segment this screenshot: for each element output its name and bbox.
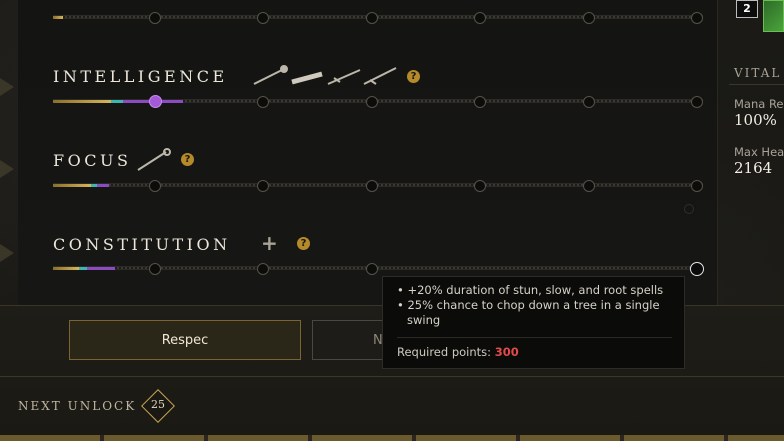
- next-unlock-level: 25: [151, 398, 165, 411]
- item-tile[interactable]: [763, 0, 784, 32]
- arrow-icon: [0, 244, 14, 262]
- track-node[interactable]: [257, 12, 269, 24]
- stat-value: 2164: [734, 159, 773, 177]
- progress-strip: [0, 435, 784, 441]
- track-node[interactable]: [691, 12, 703, 24]
- tooltip-bullets: +20% duration of stun, slow, and root sp…: [397, 283, 672, 328]
- staff-icon: [136, 148, 174, 172]
- track-node[interactable]: [474, 96, 486, 108]
- decorative-circle: [684, 204, 694, 214]
- divider: [0, 376, 784, 377]
- track-node[interactable]: [257, 263, 269, 275]
- attribute-title-constitution: CONSTITUTION: [53, 235, 231, 254]
- track-node[interactable]: [474, 180, 486, 192]
- track-node-hovered[interactable]: [690, 262, 704, 276]
- track-node[interactable]: [149, 12, 161, 24]
- track-node[interactable]: [366, 12, 378, 24]
- arrow-icon: [0, 78, 14, 96]
- respec-button[interactable]: Respec: [69, 320, 301, 360]
- tooltip-bullet: 25% chance to chop down a tree in a sing…: [397, 298, 672, 328]
- track-node[interactable]: [583, 12, 595, 24]
- track-node[interactable]: [366, 263, 378, 275]
- track-node[interactable]: [149, 180, 161, 192]
- attribute-track-constitution: [53, 262, 704, 276]
- perk-tooltip: +20% duration of stun, slow, and root sp…: [382, 276, 685, 369]
- track-node[interactable]: [583, 96, 595, 108]
- vitals-title: VITAL: [734, 66, 782, 80]
- track-node[interactable]: [257, 96, 269, 108]
- tooltip-bullet: +20% duration of stun, slow, and root sp…: [397, 283, 672, 298]
- attribute-title-focus: FOCUS: [53, 151, 132, 170]
- attribute-track-top: [53, 12, 703, 24]
- help-icon[interactable]: ?: [181, 153, 194, 166]
- stat-value: 100%: [734, 111, 777, 129]
- track-node[interactable]: [257, 180, 269, 192]
- track-node[interactable]: [583, 180, 595, 192]
- tooltip-divider: [397, 337, 672, 338]
- vitals-divider: [729, 84, 784, 85]
- track-node[interactable]: [366, 180, 378, 192]
- required-points: Required points: 300: [397, 345, 672, 359]
- required-points-label: Required points:: [397, 345, 492, 359]
- attribute-title-intelligence: INTELLIGENCE: [53, 67, 228, 86]
- track-node[interactable]: [366, 96, 378, 108]
- stat-label: Mana Re: [734, 97, 784, 111]
- track-node-active[interactable]: [149, 95, 162, 108]
- track-node[interactable]: [691, 96, 703, 108]
- attribute-track-intelligence: [53, 95, 703, 108]
- stat-label: Max Hea: [734, 145, 784, 159]
- weapon-icons: [252, 64, 402, 88]
- next-unlock-label: NEXT UNLOCK: [18, 399, 137, 413]
- plus-icon: +: [261, 231, 278, 255]
- attribute-track-focus: [53, 180, 703, 192]
- help-icon[interactable]: ?: [297, 237, 310, 250]
- track-node[interactable]: [149, 263, 161, 275]
- required-points-value: 300: [494, 345, 519, 359]
- track-node[interactable]: [691, 180, 703, 192]
- count-badge: 2: [736, 0, 758, 18]
- track-node[interactable]: [474, 12, 486, 24]
- help-icon[interactable]: ?: [407, 70, 420, 83]
- arrow-icon: [0, 160, 14, 178]
